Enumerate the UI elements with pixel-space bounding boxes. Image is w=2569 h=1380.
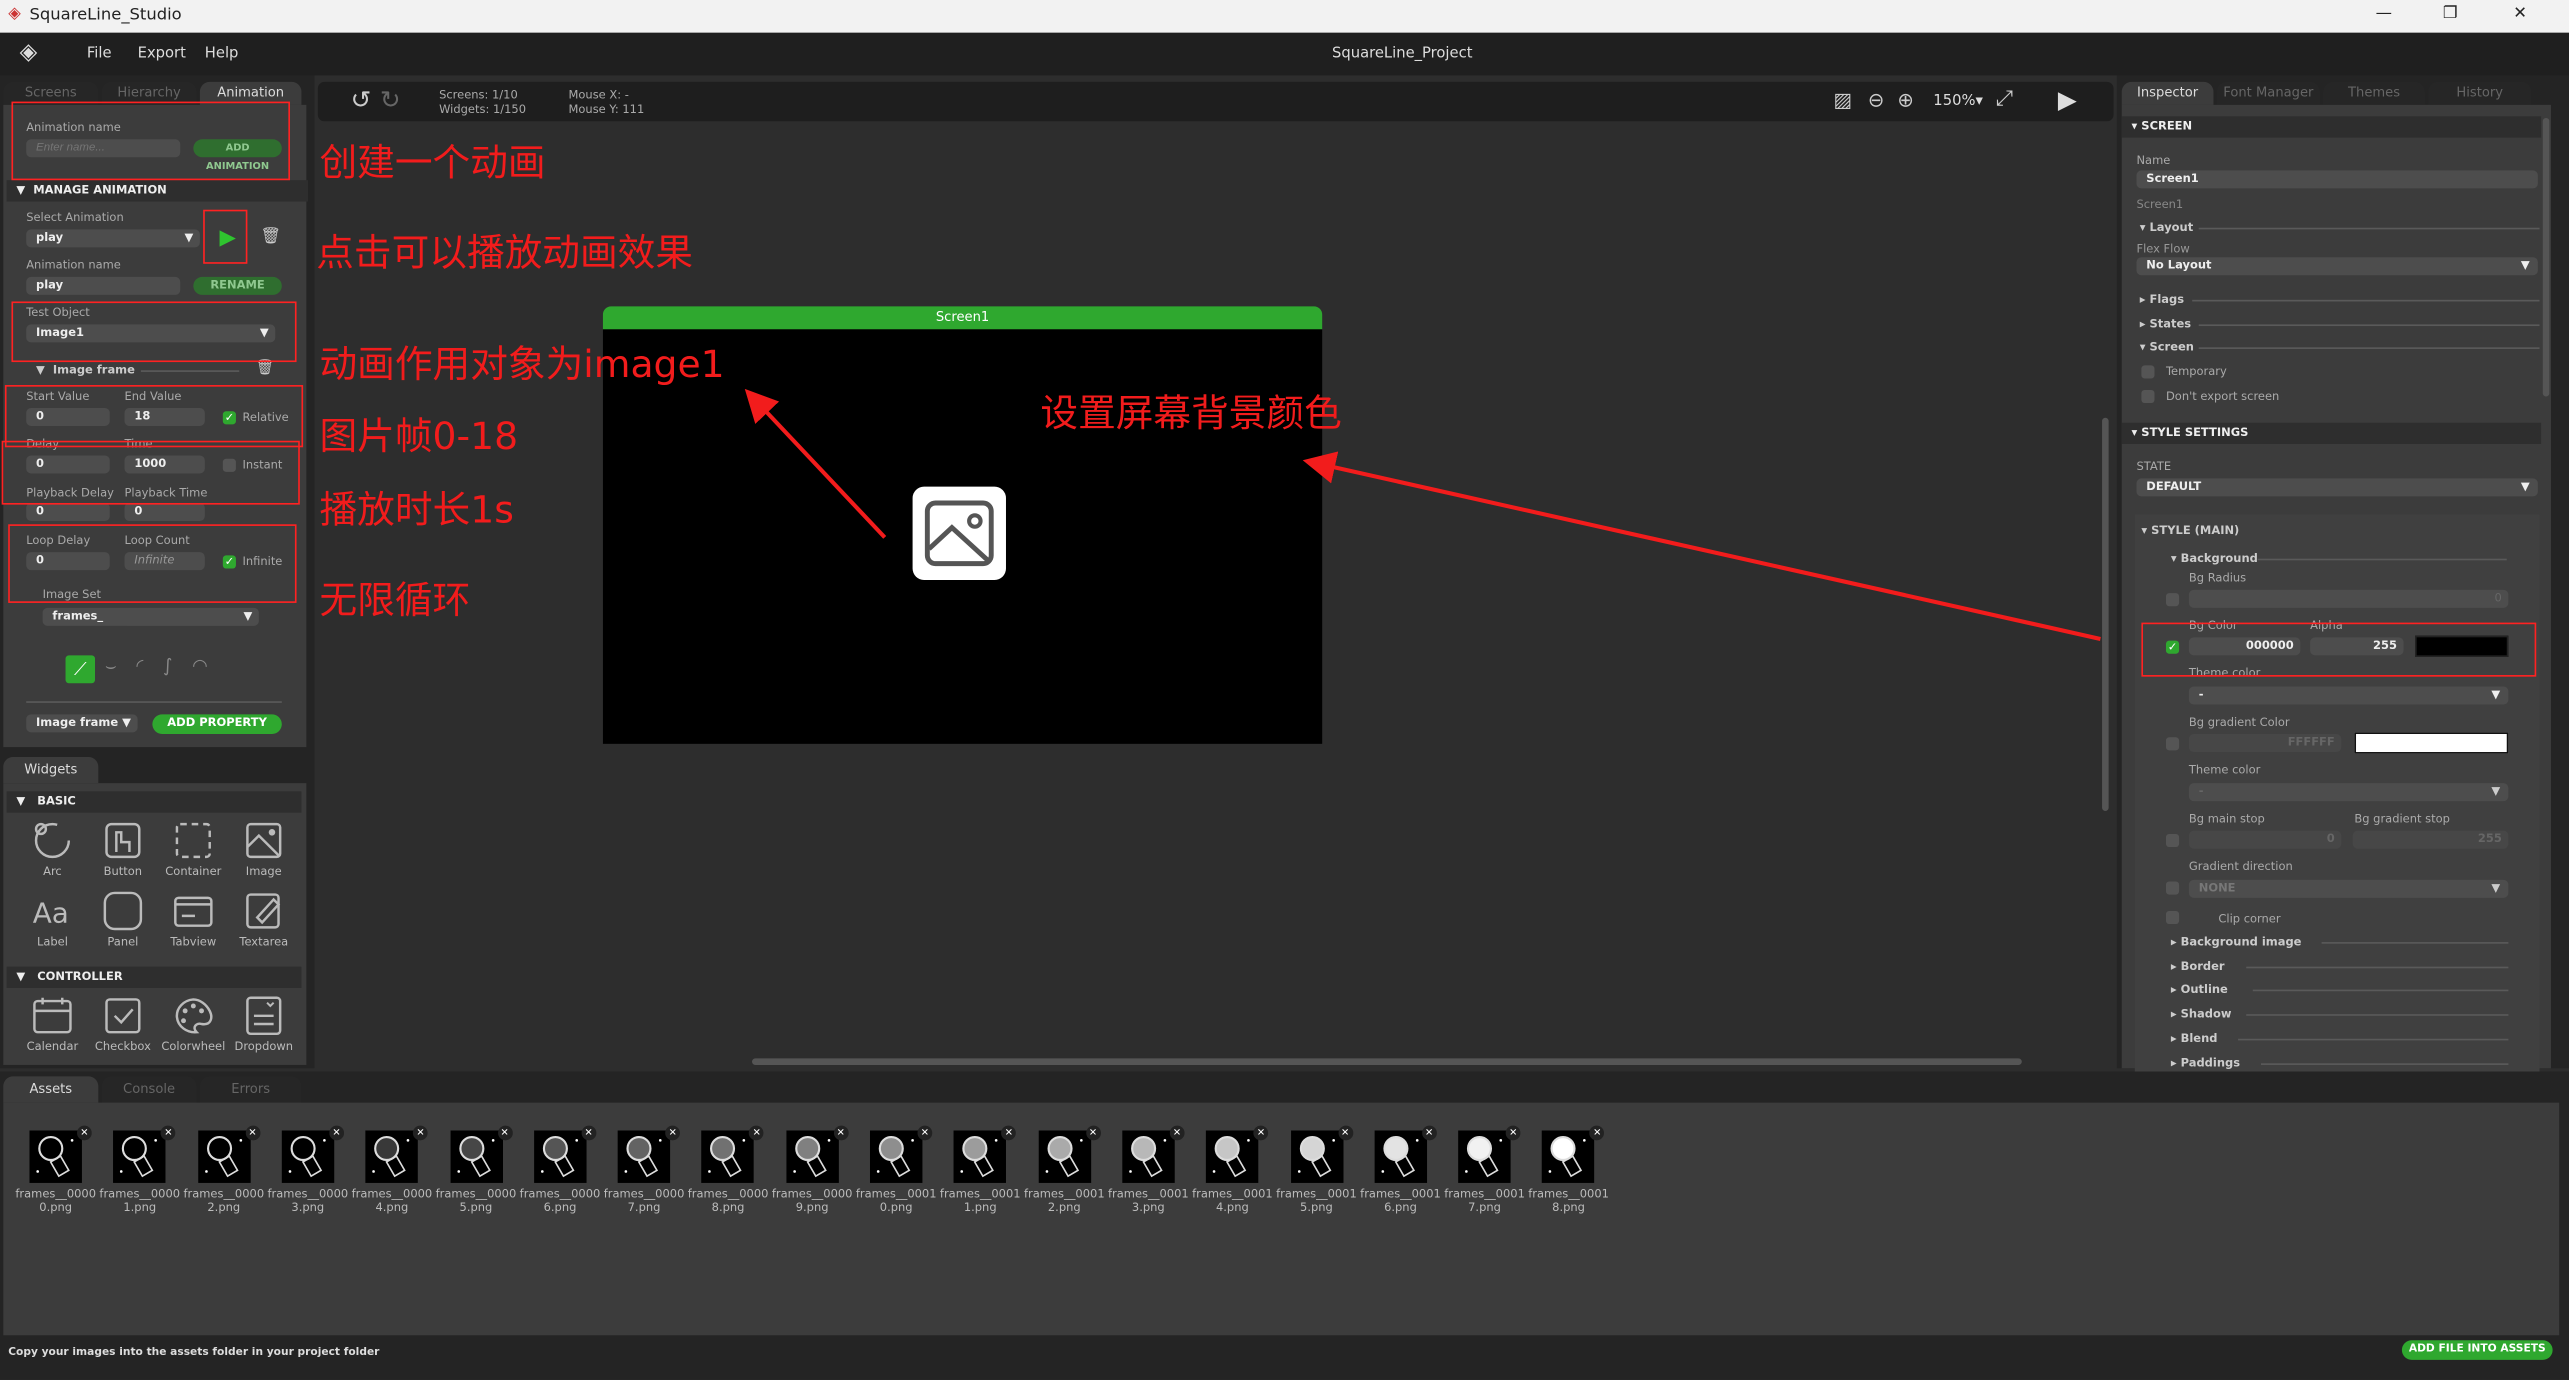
arrow-to-image1 bbox=[744, 388, 887, 539]
arrow-to-screen bbox=[1302, 451, 2101, 641]
annotation-arrows bbox=[744, 388, 2101, 641]
